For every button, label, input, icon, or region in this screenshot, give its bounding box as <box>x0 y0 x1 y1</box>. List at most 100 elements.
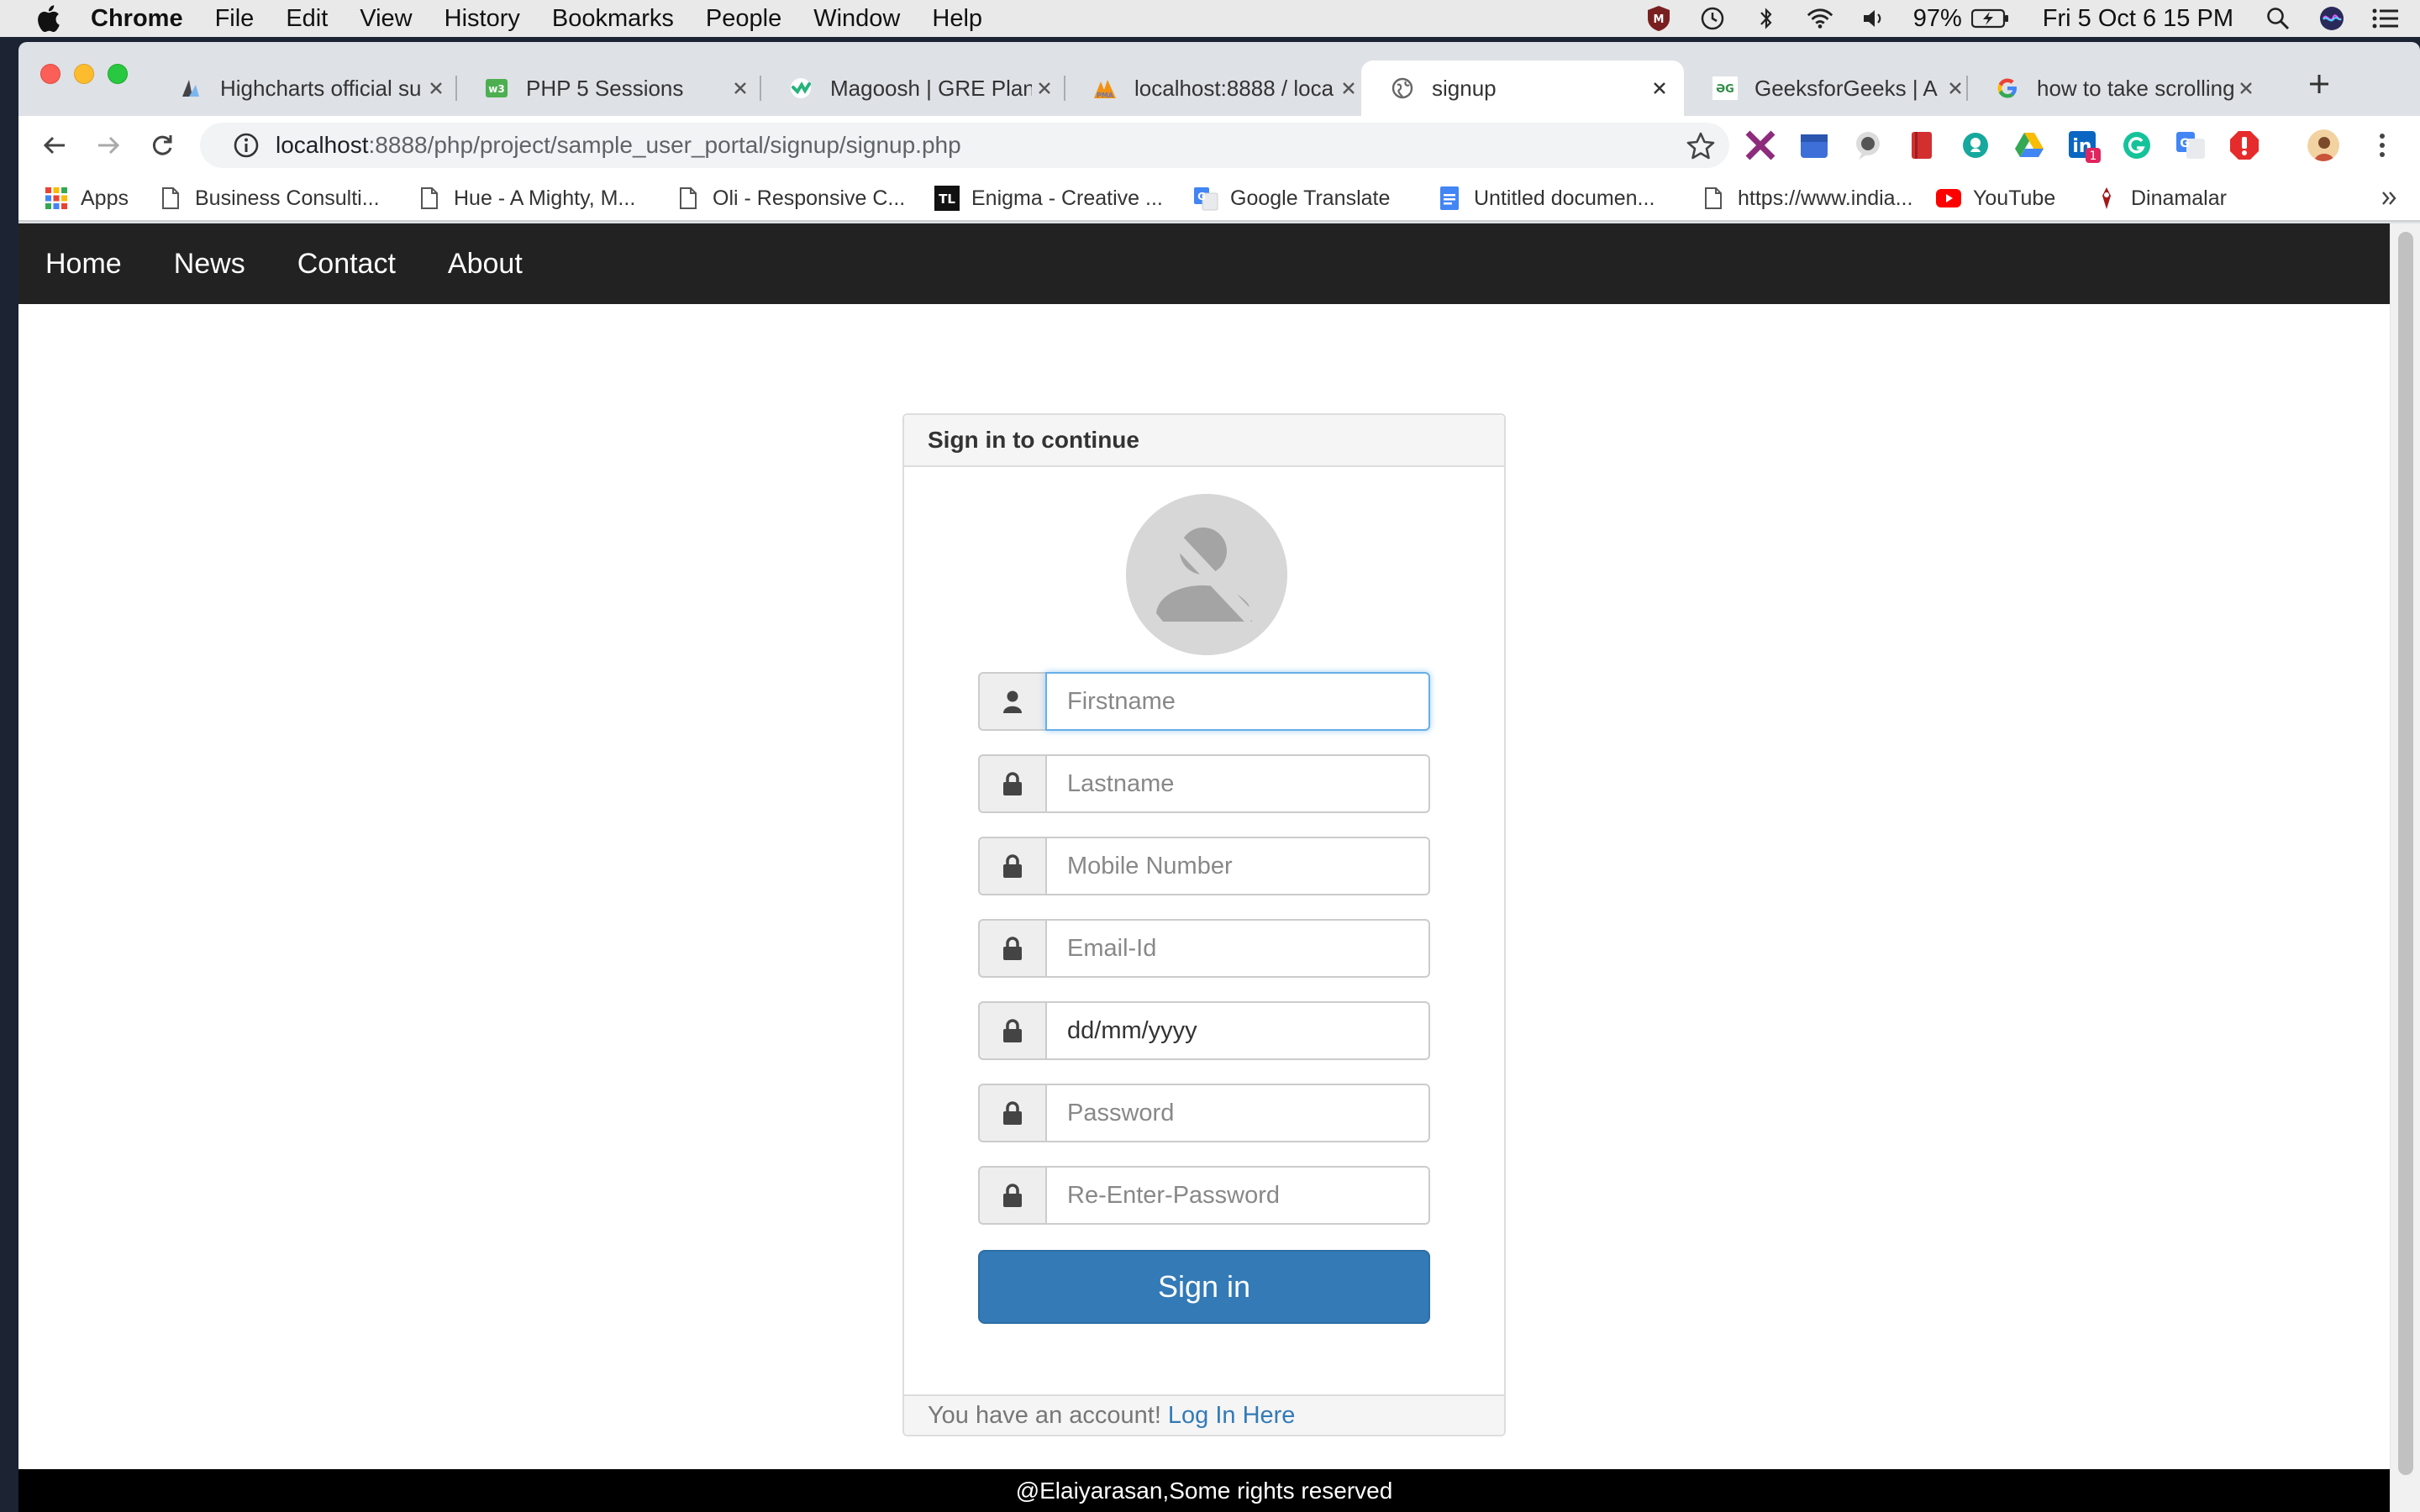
tab-close-icon[interactable] <box>424 76 449 101</box>
bookmark-youtube[interactable]: YouTube <box>1936 181 2055 215</box>
svg-text:M: M <box>1653 13 1664 26</box>
mobile-field-group <box>978 837 1430 895</box>
nav-link-news[interactable]: News <box>174 248 245 281</box>
extension-blue-box-icon[interactable] <box>1798 129 1830 161</box>
bookmark-oli[interactable]: Oli - Responsive C... <box>676 181 905 215</box>
site-info-icon[interactable] <box>232 131 260 160</box>
tab-title: PHP 5 Sessions <box>526 75 684 101</box>
menubar-status-area: M 97% Fri 5 Oct 6 15 PM <box>1644 0 2420 37</box>
bookmark-hue[interactable]: Hue - A Mighty, M... <box>417 181 635 215</box>
bookmark-enigma[interactable]: TL Enigma - Creative ... <box>934 181 1163 215</box>
google-docs-icon <box>1437 186 1462 211</box>
bookmark-business-consulting[interactable]: Business Consulti... <box>158 181 380 215</box>
email-input[interactable] <box>1045 919 1430 978</box>
lock-icon <box>978 837 1045 895</box>
firstname-input[interactable] <box>1045 672 1430 731</box>
tab-title: Magoosh | GRE Plan <box>830 75 1032 101</box>
log-in-here-link[interactable]: Log In Here <box>1168 1402 1296 1430</box>
lock-icon <box>978 1166 1045 1225</box>
tab-magoosh[interactable]: Magoosh | GRE Plan <box>760 60 1069 116</box>
page-icon <box>676 186 701 211</box>
profile-avatar-icon[interactable] <box>2307 129 2339 161</box>
scrollbar-thumb[interactable] <box>2398 232 2413 1475</box>
window-zoom-button[interactable] <box>108 64 128 84</box>
menu-app-name[interactable]: Chrome <box>91 5 183 33</box>
extension-x-icon[interactable] <box>1744 129 1776 161</box>
password-input[interactable] <box>1045 1084 1430 1142</box>
nav-link-contact[interactable]: Contact <box>297 248 396 281</box>
menu-bookmarks[interactable]: Bookmarks <box>552 5 674 33</box>
bookmark-dinamalar[interactable]: Dinamalar <box>2094 181 2227 215</box>
notification-center-icon[interactable] <box>2371 4 2400 33</box>
new-tab-plus-icon[interactable] <box>2302 67 2336 101</box>
tab-signup[interactable]: signup <box>1361 60 1684 116</box>
apps-grid-icon <box>44 186 69 211</box>
window-minimize-button[interactable] <box>74 64 94 84</box>
tab-close-icon[interactable] <box>1943 76 1968 101</box>
back-arrow-icon[interactable] <box>37 128 72 163</box>
url-host: localhost <box>276 132 369 158</box>
tab-close-icon[interactable] <box>1647 76 1672 101</box>
siri-icon[interactable] <box>2317 4 2346 33</box>
wifi-icon[interactable] <box>1806 4 1834 33</box>
tab-phpmyadmin[interactable]: PMA localhost:8888 / loca <box>1064 60 1373 116</box>
menu-help[interactable]: Help <box>932 5 982 33</box>
menu-view[interactable]: View <box>360 5 412 33</box>
date-of-birth-input[interactable] <box>1045 1001 1430 1060</box>
menu-file[interactable]: File <box>215 5 255 33</box>
mcafee-shield-icon[interactable]: M <box>1644 4 1673 33</box>
svg-text:G: G <box>1197 191 1206 202</box>
tab-geeksforgeeks[interactable]: ƏG GeeksforGeeks | A c <box>1684 60 1980 116</box>
extension-teal-head-icon[interactable] <box>1960 129 1991 161</box>
extension-red-book-icon[interactable] <box>1906 129 1938 161</box>
menu-window[interactable]: Window <box>813 5 900 33</box>
bookmark-google-translate[interactable]: G Google Translate <box>1193 181 1390 215</box>
tab-close-icon[interactable] <box>728 76 753 101</box>
menu-history[interactable]: History <box>445 5 520 33</box>
tab-highcharts[interactable]: Highcharts official su <box>150 60 460 116</box>
page-scrollbar[interactable] <box>2390 223 2420 1512</box>
reload-icon[interactable] <box>145 128 180 163</box>
tab-php-sessions[interactable]: w3 PHP 5 Sessions <box>455 60 765 116</box>
reenter-password-input[interactable] <box>1045 1166 1430 1225</box>
forward-arrow-icon[interactable] <box>91 128 126 163</box>
nav-link-home[interactable]: Home <box>45 248 122 281</box>
bookmark-star-icon[interactable] <box>1686 131 1716 161</box>
bookmark-india-url[interactable]: https://www.india... <box>1701 181 1912 215</box>
linkedin-icon[interactable]: in 1 <box>2067 129 2101 163</box>
adblock-stop-icon[interactable] <box>2228 129 2260 161</box>
sign-in-button[interactable]: Sign in <box>978 1250 1430 1324</box>
bookmark-label: YouTube <box>1973 186 2056 210</box>
spotlight-search-icon[interactable] <box>2264 4 2292 33</box>
battery-charging-icon[interactable] <box>1970 4 2011 33</box>
menu-edit[interactable]: Edit <box>286 5 328 33</box>
window-close-button[interactable] <box>40 64 60 84</box>
address-bar[interactable]: localhost:8888/php/project/sample_user_p… <box>200 123 1729 168</box>
google-icon <box>1995 76 2020 101</box>
tl-logo-icon: TL <box>934 186 960 211</box>
bookmark-untitled-document[interactable]: Untitled documen... <box>1437 181 1655 215</box>
time-machine-icon[interactable] <box>1698 4 1727 33</box>
bookmarks-overflow-chevron-icon[interactable] <box>2380 181 2400 215</box>
bluetooth-icon[interactable] <box>1752 4 1781 33</box>
tab-google-search[interactable]: how to take scrolling <box>1966 60 2270 116</box>
volume-icon[interactable] <box>1860 4 1888 33</box>
chrome-menu-kebab-icon[interactable] <box>2366 129 2398 161</box>
apple-logo-icon[interactable] <box>35 4 60 33</box>
extension-chat-icon[interactable] <box>1852 129 1884 161</box>
menu-people[interactable]: People <box>706 5 781 33</box>
lastname-input[interactable] <box>1045 754 1430 813</box>
google-translate-ext-icon[interactable]: G <box>2175 129 2207 161</box>
grammarly-icon[interactable] <box>2121 129 2153 161</box>
tab-title: signup <box>1432 75 1497 101</box>
tab-close-icon[interactable] <box>2233 76 2259 101</box>
tab-close-icon[interactable] <box>1336 76 1361 101</box>
lock-icon <box>978 1001 1045 1060</box>
tab-close-icon[interactable] <box>1032 76 1057 101</box>
bookmark-label: Oli - Responsive C... <box>713 186 906 210</box>
menubar-clock[interactable]: Fri 5 Oct 6 15 PM <box>2043 5 2233 33</box>
nav-link-about[interactable]: About <box>448 248 523 281</box>
google-drive-icon[interactable] <box>2013 129 2045 161</box>
mobile-number-input[interactable] <box>1045 837 1430 895</box>
bookmark-apps[interactable]: Apps <box>44 181 129 215</box>
